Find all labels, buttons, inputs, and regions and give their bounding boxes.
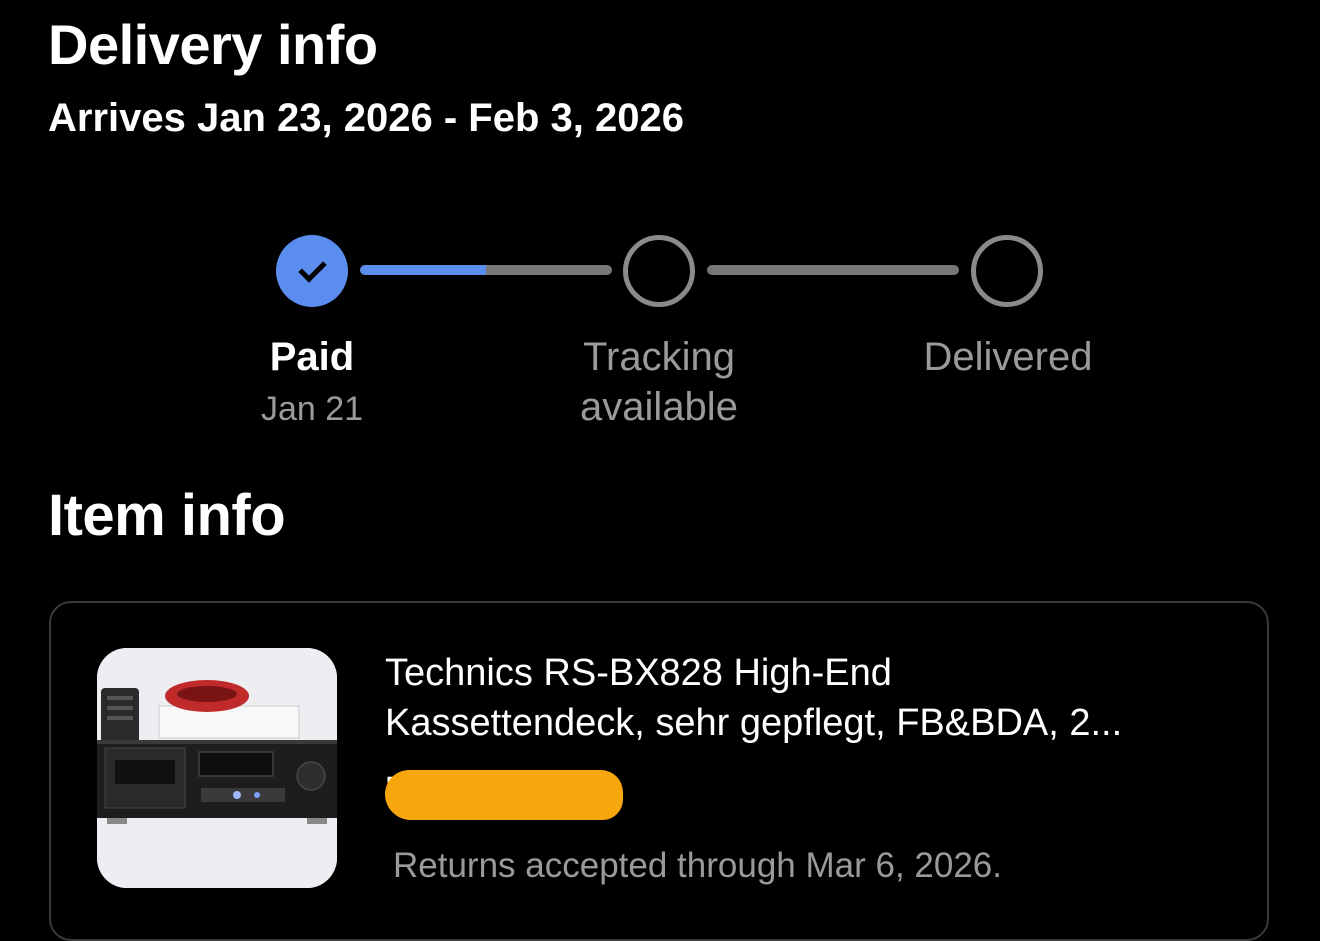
step-tracking-label-line1: Tracking	[583, 335, 735, 379]
delivery-progress-tracker: Paid Jan 21 Tracking available Delivered	[0, 0, 1320, 440]
step-delivered-circle-icon	[971, 235, 1043, 307]
item-thumbnail[interactable]	[97, 648, 337, 888]
item-title-line1: Technics RS-BX828 High-End	[385, 652, 892, 694]
cassette-deck-photo	[97, 648, 337, 888]
price-redaction-mark	[385, 770, 623, 820]
step-paid-label: Paid	[269, 335, 355, 379]
item-title-line2: Kassettendeck, sehr gepflegt, FB&BDA, 2.…	[385, 702, 1123, 744]
step-paid-check-icon	[276, 235, 348, 307]
step-tracking-label-line2: available	[580, 385, 738, 429]
step-tracking-circle-icon	[623, 235, 695, 307]
item-price: E	[385, 770, 625, 820]
item-info-heading: Item info	[48, 483, 286, 548]
progress-segment-1-fill	[360, 265, 486, 275]
progress-segment-2	[707, 265, 959, 275]
returns-policy-text: Returns accepted through Mar 6, 2026.	[393, 846, 1002, 885]
item-title[interactable]: Technics RS-BX828 High-End Kassettendeck…	[385, 648, 1255, 748]
step-paid-date: Jan 21	[260, 390, 364, 428]
progress-segment-1	[360, 265, 612, 275]
step-delivered-label: Delivered	[923, 335, 1093, 379]
